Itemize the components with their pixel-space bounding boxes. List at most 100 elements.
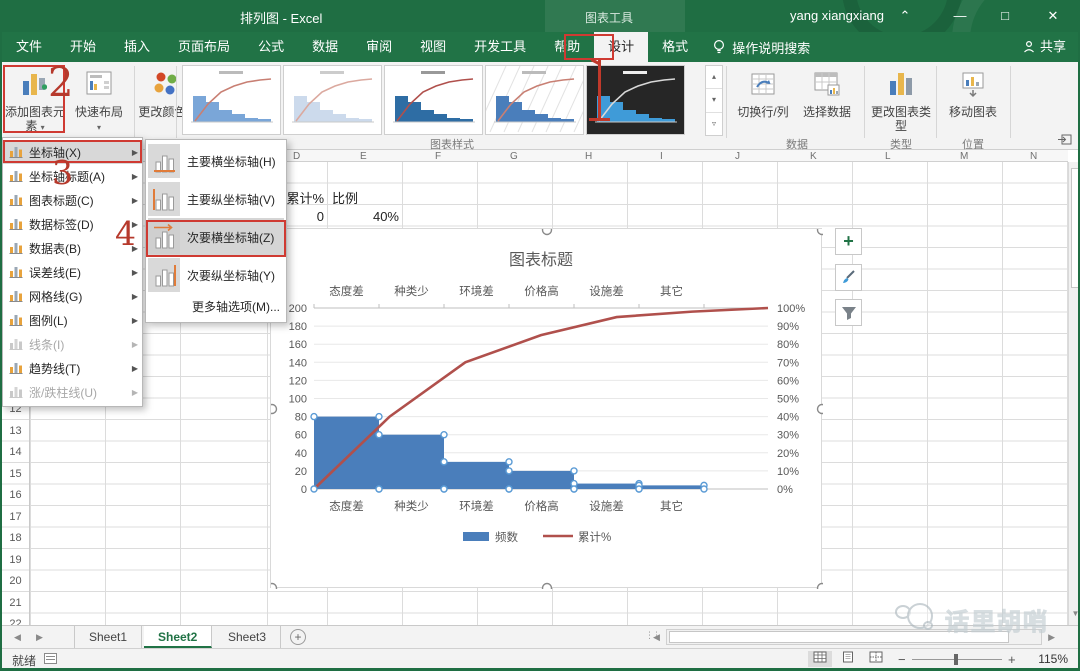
column-header-E[interactable]: E xyxy=(360,151,367,162)
macro-record-icon[interactable] xyxy=(44,653,57,664)
scroll-right-icon[interactable]: ▶ xyxy=(1048,632,1055,643)
column-header-I[interactable]: I xyxy=(660,151,663,162)
horizontal-scrollbar[interactable]: ◀ ▶ xyxy=(666,629,1042,645)
row-header-13[interactable]: 13 xyxy=(2,425,29,437)
menu-item-3[interactable]: 图表标题(C) ▶ xyxy=(3,188,142,212)
menu-item-8[interactable]: 图例(L) ▶ xyxy=(3,308,142,332)
menu-item-7[interactable]: 网格线(G) ▶ xyxy=(3,284,142,308)
submenu-item-1[interactable]: 主要横坐标轴(H) xyxy=(148,142,284,180)
row-header-16[interactable]: 16 xyxy=(2,489,29,501)
sheet-nav-left-icon[interactable]: ◀ xyxy=(14,626,21,648)
submenu-item-2[interactable]: 主要纵坐标轴(V) xyxy=(148,180,284,218)
row-header-14[interactable]: 14 xyxy=(2,446,29,458)
chart-style-thumb-style-black[interactable] xyxy=(586,65,685,135)
menu-item-4[interactable]: 数据标签(D) ▶ xyxy=(3,212,142,236)
scroll-down-icon[interactable]: ▼ xyxy=(1069,605,1080,623)
cell-ratio-header[interactable]: 比例 xyxy=(332,188,358,207)
new-sheet-button[interactable]: + xyxy=(290,629,306,645)
row-header-15[interactable]: 15 xyxy=(2,468,29,480)
view-page-break-button[interactable] xyxy=(864,651,888,667)
scroll-left-icon[interactable]: ◀ xyxy=(653,632,660,643)
submenu-item-4[interactable]: 次要纵坐标轴(Y) xyxy=(148,256,284,294)
vertical-scrollbar[interactable]: ▼ xyxy=(1068,162,1080,625)
ribbon-tab-5[interactable]: 公式 xyxy=(244,32,298,62)
menu-item-1[interactable]: 坐标轴(X) ▶ xyxy=(3,140,142,164)
ribbon-tab-10[interactable]: 帮助 xyxy=(540,32,594,62)
menu-item-6[interactable]: 误差线(E) ▶ xyxy=(3,260,142,284)
ribbon-tab-9[interactable]: 开发工具 xyxy=(460,32,540,62)
chart-style-thumb-style-dark-blue[interactable] xyxy=(384,65,483,135)
row-header-19[interactable]: 19 xyxy=(2,554,29,566)
chart-style-thumb-style-pale[interactable] xyxy=(283,65,382,135)
grid-line xyxy=(927,162,928,625)
zoom-out-button[interactable]: − xyxy=(898,652,906,667)
gallery-more-icon[interactable]: ▿ xyxy=(706,113,722,135)
menu-item-label: 误差线(E) xyxy=(29,264,81,281)
sheet-tab-sheet3[interactable]: Sheet3 xyxy=(214,626,281,648)
view-normal-button[interactable] xyxy=(808,651,832,667)
ribbon-tab-11[interactable]: 设计 xyxy=(594,32,648,62)
column-header-K[interactable]: K xyxy=(810,151,817,162)
row-header-17[interactable]: 17 xyxy=(2,511,29,523)
zoom-level[interactable]: 115% xyxy=(1038,652,1068,666)
ribbon-tab-8[interactable]: 视图 xyxy=(406,32,460,62)
sheet-nav-right-icon[interactable]: ▶ xyxy=(36,626,43,648)
ribbon-tab-7[interactable]: 审阅 xyxy=(352,32,406,62)
svg-text:20: 20 xyxy=(295,466,307,478)
gallery-up-icon[interactable]: ▴ xyxy=(706,66,722,89)
ribbon-tab-6[interactable]: 数据 xyxy=(298,32,352,62)
ribbon-tab-1[interactable]: 文件 xyxy=(2,32,56,62)
gallery-down-icon[interactable]: ▾ xyxy=(706,89,722,112)
switch-row-column-button[interactable]: 切换行/列 xyxy=(732,65,794,143)
title-bar: 排列图 - Excel 图表工具 yang xiangxiang ⌃ — □ ✕ xyxy=(0,0,1080,32)
select-data-button[interactable]: 选择数据 xyxy=(796,65,858,143)
row-header-21[interactable]: 21 xyxy=(2,597,29,609)
cell-ratio-value[interactable]: 40% xyxy=(324,209,399,224)
pareto-chart[interactable]: 200180160140120100806040200100%90%80%70%… xyxy=(270,228,822,588)
maximize-button[interactable]: □ xyxy=(985,0,1025,32)
row-header-20[interactable]: 20 xyxy=(2,575,29,587)
menu-item-5[interactable]: 数据表(B) ▶ xyxy=(3,236,142,260)
quick-layout-button[interactable]: 快速布局▾ xyxy=(68,65,130,143)
vertical-scroll-thumb[interactable] xyxy=(1071,168,1080,288)
column-header-M[interactable]: M xyxy=(960,151,968,162)
move-chart-button[interactable]: 移动图表 xyxy=(942,65,1004,143)
zoom-in-button[interactable]: + xyxy=(1008,652,1016,667)
ribbon-display-options-icon[interactable]: ⌃ xyxy=(885,0,925,32)
column-header-G[interactable]: G xyxy=(510,151,518,162)
ribbon-tab-4[interactable]: 页面布局 xyxy=(164,32,244,62)
close-button[interactable]: ✕ xyxy=(1033,0,1073,32)
submenu-item-3[interactable]: 次要横坐标轴(Z) xyxy=(148,218,284,256)
gallery-scrollbar[interactable]: ▴ ▾ ▿ xyxy=(705,65,723,136)
column-header-L[interactable]: L xyxy=(885,151,891,162)
column-header-N[interactable]: N xyxy=(1030,151,1037,162)
chart-style-thumb-style-hatched[interactable] xyxy=(485,65,584,135)
chart-style-button[interactable] xyxy=(835,264,862,291)
change-chart-type-button[interactable]: 更改图表类型 xyxy=(870,65,932,143)
add-chart-element-button[interactable]: 添加图表元素 ▾ xyxy=(4,65,66,143)
view-page-layout-button[interactable] xyxy=(836,651,860,667)
chart-filters-button[interactable] xyxy=(835,299,862,326)
minimize-button[interactable]: — xyxy=(940,0,980,32)
ribbon-tab-3[interactable]: 插入 xyxy=(110,32,164,62)
menu-item-2[interactable]: 坐标轴标题(A) ▶ xyxy=(3,164,142,188)
zoom-slider-thumb[interactable] xyxy=(954,654,958,665)
collapse-ribbon-icon[interactable] xyxy=(1058,134,1072,148)
column-header-F[interactable]: F xyxy=(435,151,441,162)
horizontal-scroll-thumb[interactable] xyxy=(669,631,1009,643)
sheet-tab-sheet1[interactable]: Sheet1 xyxy=(74,626,142,648)
sheet-tab-sheet2[interactable]: Sheet2 xyxy=(144,626,212,648)
share-button[interactable]: 共享 xyxy=(1023,32,1066,62)
column-header-H[interactable]: H xyxy=(585,151,592,162)
column-header-D[interactable]: D xyxy=(293,151,300,162)
menu-item-10[interactable]: 趋势线(T) ▶ xyxy=(3,356,142,380)
column-header-J[interactable]: J xyxy=(735,151,740,162)
tell-me-search[interactable]: 操作说明搜索 xyxy=(702,32,820,62)
chart-style-thumb-style-normal[interactable] xyxy=(182,65,281,135)
row-header-18[interactable]: 18 xyxy=(2,532,29,544)
menu-item-label: 坐标轴(X) xyxy=(29,144,81,161)
ribbon-tab-2[interactable]: 开始 xyxy=(56,32,110,62)
chart-elements-button[interactable]: + xyxy=(835,228,862,255)
ribbon-tab-12[interactable]: 格式 xyxy=(648,32,702,62)
more-axis-options-item[interactable]: 更多轴选项(M)... xyxy=(148,294,284,320)
